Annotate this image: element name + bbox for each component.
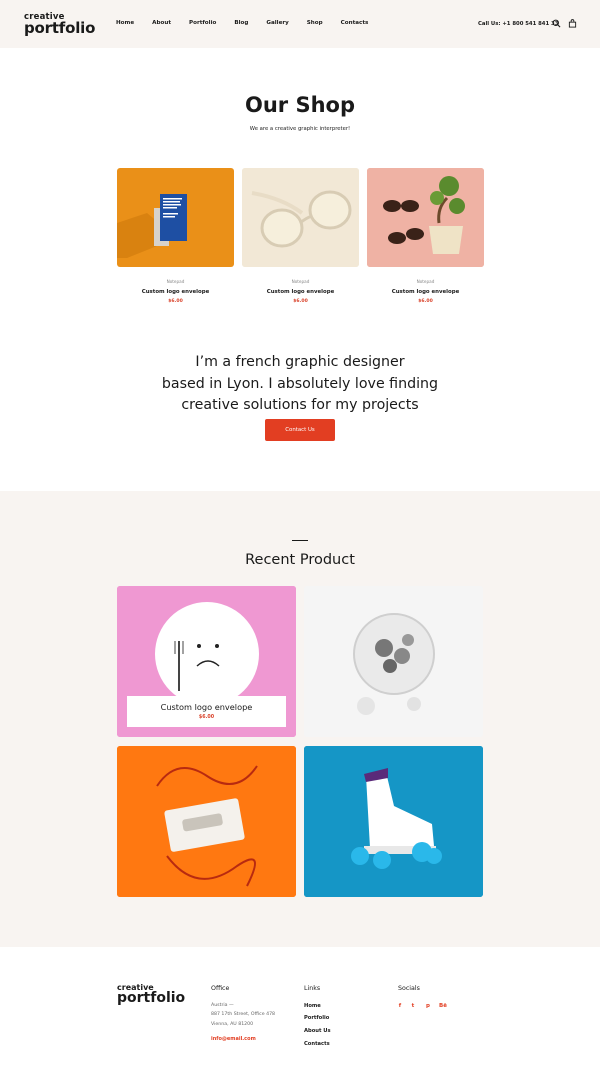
behance-icon[interactable]: Bē bbox=[439, 1002, 447, 1010]
footer-office-title: Office bbox=[211, 985, 230, 992]
recent-tile-2[interactable] bbox=[304, 586, 483, 737]
nav-home[interactable]: Home bbox=[116, 20, 134, 26]
footer-link-home[interactable]: Home bbox=[304, 1003, 321, 1009]
recent-tile-1[interactable]: Custom logo envelope $6.00 bbox=[117, 586, 296, 737]
footer-socials-title: Socials bbox=[398, 985, 420, 992]
book-illustration bbox=[117, 194, 187, 258]
product-price-1: $6.00 bbox=[168, 299, 183, 304]
footer-links-title: Links bbox=[304, 985, 321, 992]
about-line-2: based in Lyon. I absolutely love finding bbox=[161, 375, 439, 392]
footer-link-contacts[interactable]: Contacts bbox=[304, 1041, 330, 1047]
footer-address-1: Austria — bbox=[211, 1003, 234, 1008]
shopping-bag-icon[interactable] bbox=[568, 19, 577, 28]
product-name-3[interactable]: Custom logo envelope bbox=[367, 289, 484, 295]
shop-subtitle: We are a creative graphic interpreter! bbox=[249, 126, 351, 132]
product-vendor-3: Notepad bbox=[416, 279, 435, 284]
nav-gallery[interactable]: Gallery bbox=[266, 20, 288, 26]
footer-address-3: Vienna, AU 81200 bbox=[211, 1022, 254, 1027]
product-image-2[interactable] bbox=[242, 168, 359, 267]
footer-link-portfolio[interactable]: Portfolio bbox=[304, 1015, 329, 1021]
site-header: creative portfolio Home About Portfolio … bbox=[0, 0, 600, 48]
glass-orb-illustration bbox=[304, 586, 483, 737]
featured-product-price: $6.00 bbox=[198, 715, 215, 720]
recent-tile-3[interactable] bbox=[117, 746, 296, 897]
nav-blog[interactable]: Blog bbox=[234, 20, 248, 26]
bonsai-sunglasses-illustration bbox=[367, 168, 484, 267]
product-vendor-1: Notepad bbox=[166, 279, 185, 284]
featured-product-label[interactable]: Custom logo envelope $6.00 bbox=[127, 696, 286, 727]
pinterest-icon[interactable]: p bbox=[424, 1002, 432, 1010]
product-name-1[interactable]: Custom logo envelope bbox=[117, 289, 234, 295]
recent-product-title: Recent Product bbox=[245, 552, 355, 568]
product-price-3: $6.00 bbox=[418, 299, 433, 304]
featured-product-name: Custom logo envelope bbox=[160, 702, 253, 712]
site-footer: creative portfolio Office Austria — 887 … bbox=[0, 947, 600, 1084]
about-statement: I’m a french graphic designer based in L… bbox=[0, 352, 600, 417]
main-nav: Home About Portfolio Blog Gallery Shop C… bbox=[116, 20, 386, 26]
nav-shop[interactable]: Shop bbox=[307, 20, 323, 26]
search-icon[interactable] bbox=[552, 19, 561, 28]
recent-product-section: Recent Product Custom logo envelope $6.0… bbox=[0, 491, 600, 947]
footer-link-about-us[interactable]: About Us bbox=[304, 1028, 331, 1034]
product-name-2[interactable]: Custom logo envelope bbox=[242, 289, 359, 295]
sunglasses-illustration bbox=[242, 168, 359, 267]
roller-skate-illustration bbox=[304, 746, 483, 897]
footer-address-2: 887 17th Street, Office 478 bbox=[211, 1012, 276, 1017]
cassette-illustration bbox=[117, 746, 296, 897]
nav-contacts[interactable]: Contacts bbox=[341, 20, 369, 26]
logo-bottom-text: portfolio bbox=[24, 18, 96, 37]
recent-tile-4[interactable] bbox=[304, 746, 483, 897]
product-vendor-2: Notepad bbox=[291, 279, 310, 284]
footer-logo-bottom: portfolio bbox=[117, 990, 186, 1006]
call-us-text[interactable]: Call Us: +1 800 541 841 33 bbox=[478, 21, 558, 27]
contact-us-button[interactable]: Contact Us bbox=[265, 419, 335, 441]
nav-about[interactable]: About bbox=[152, 20, 171, 26]
about-line-1: I’m a french graphic designer bbox=[195, 354, 405, 370]
section-divider bbox=[292, 540, 308, 541]
nav-portfolio[interactable]: Portfolio bbox=[189, 20, 216, 26]
product-image-3[interactable] bbox=[367, 168, 484, 267]
product-image-1[interactable] bbox=[117, 168, 234, 267]
site-logo[interactable]: creative portfolio bbox=[24, 13, 95, 36]
twitter-icon[interactable]: t bbox=[409, 1002, 417, 1010]
facebook-icon[interactable]: f bbox=[396, 1002, 404, 1010]
shop-title: Our Shop bbox=[244, 93, 355, 117]
product-price-2: $6.00 bbox=[293, 299, 308, 304]
footer-email-link[interactable]: info@email.com bbox=[211, 1036, 256, 1042]
footer-logo[interactable]: creative portfolio bbox=[117, 984, 186, 1006]
about-line-3: creative solutions for my projects bbox=[181, 397, 419, 413]
